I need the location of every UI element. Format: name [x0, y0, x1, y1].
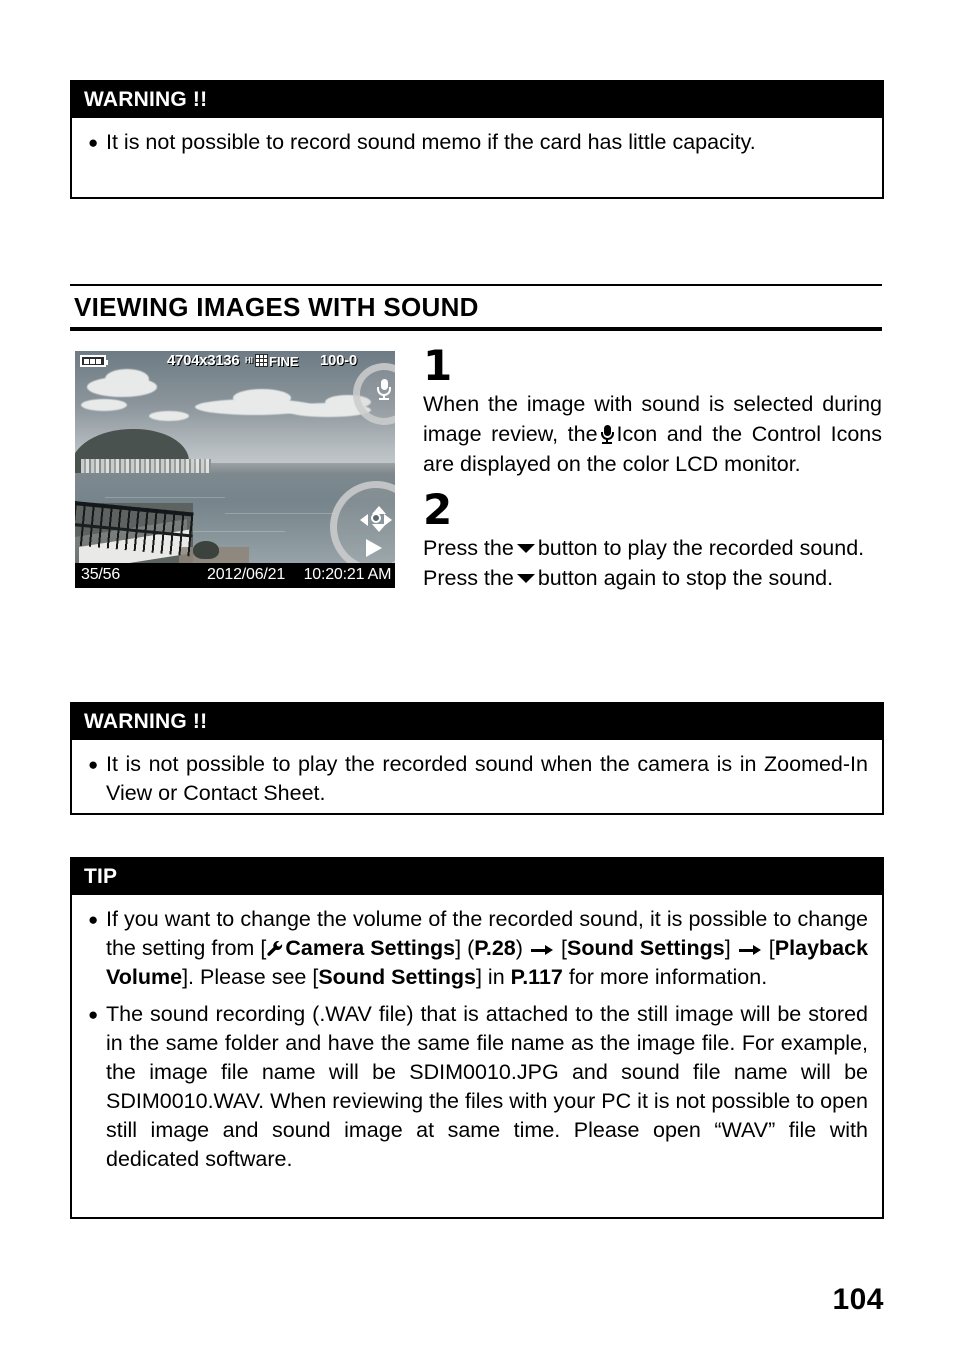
photo-cloud: [233, 389, 291, 407]
manual-page: WARNING !! ● It is not possible to recor…: [0, 0, 954, 1348]
heading-rule-bottom: [70, 327, 882, 331]
bullet-dot: ●: [88, 910, 99, 929]
arrow-left-icon: [360, 514, 368, 526]
step-2-line1-before: Press the: [423, 536, 514, 560]
lcd-quality-label: FINE: [269, 354, 299, 369]
tip-b1-seg2: ] (: [455, 936, 475, 960]
step-1: 1 When the image with sound is selected …: [423, 345, 882, 479]
arrow-right-icon: [530, 944, 553, 956]
lcd-hi-mark: HI: [245, 356, 253, 365]
bullet-dot: ●: [88, 133, 99, 152]
list-item: ● It is not possible to record sound mem…: [86, 128, 868, 157]
page-title: VIEWING IMAGES WITH SOUND: [74, 292, 479, 322]
photo-cloud: [105, 369, 149, 389]
step-2-line-2: Press the button again to stop the sound.: [423, 563, 882, 593]
steps-column: 1 When the image with sound is selected …: [423, 345, 882, 593]
tip-b1-menu1: Camera Settings: [285, 936, 456, 960]
tip-header: TIP: [72, 859, 882, 895]
four-way-control-pad-icon: [360, 506, 392, 532]
step-2-line1-after: button to play the recorded sound.: [537, 536, 865, 560]
warning-bottom-bullet-1: It is not possible to play the recorded …: [106, 752, 868, 805]
tip-body: ● If you want to change the volume of th…: [72, 895, 882, 1186]
photo-sea-streak: [225, 513, 335, 514]
tip-box: TIP ● If you want to change the volume o…: [70, 857, 884, 1219]
tip-b1-seg7: ]. Please see [: [182, 965, 319, 989]
step-2-line2-before: Press the: [423, 566, 514, 590]
step-1-text: When the image with sound is selected du…: [423, 389, 882, 479]
step-1-number: 1: [423, 341, 452, 390]
step-2: 2 Press the button to play the recorded s…: [423, 489, 882, 593]
center-ok-icon: [371, 513, 381, 523]
microphone-icon: [600, 425, 614, 445]
lcd-frame-counter: 35/56: [81, 566, 121, 583]
lcd-datetime: 2012/06/21 10:20:21 AM: [207, 566, 391, 584]
tip-bullet-1: If you want to change the volume of the …: [106, 905, 868, 992]
wrench-icon: [266, 940, 284, 958]
tip-b1-page-ref-117: P.117: [510, 965, 563, 989]
arrow-down-icon: [516, 544, 535, 553]
step-2-number: 2: [423, 485, 452, 534]
warning-bottom-body: ● It is not possible to play the recorde…: [72, 740, 882, 820]
list-item: ● It is not possible to play the recorde…: [86, 750, 868, 808]
camera-lcd-preview: 4704x3136 HI FINE 100-0 35/56 2012/06/21…: [75, 351, 395, 588]
warning-top-header: WARNING !!: [72, 82, 882, 118]
lcd-info-bar-bottom: 35/56 2012/06/21 10:20:21 AM: [75, 563, 395, 588]
warning-box-top: WARNING !! ● It is not possible to recor…: [70, 80, 884, 199]
photo-cloud: [149, 411, 189, 421]
list-item: ● The sound recording (.WAV file) that i…: [86, 1000, 868, 1174]
warning-top-bullet-1: It is not possible to record sound memo …: [106, 130, 756, 154]
lcd-file-number: 100-0: [320, 352, 357, 369]
tip-b1-seg8: ] in: [475, 965, 511, 989]
tip-b1-seg3: ): [515, 936, 529, 960]
battery-icon: [80, 355, 108, 367]
warning-bottom-header: WARNING !!: [72, 704, 882, 740]
lcd-resolution-label: 4704x3136: [167, 352, 240, 369]
resolution-grid-icon: [255, 354, 268, 367]
tip-b1-menu2: Sound Settings: [567, 936, 725, 960]
page-number: 104: [832, 1283, 884, 1316]
photo-cloud: [81, 399, 127, 411]
arrow-right-icon: [738, 944, 761, 956]
step-2-line-1: Press the button to play the recorded sou…: [423, 533, 882, 563]
tip-b1-page-ref-28: P.28: [474, 936, 516, 960]
bullet-dot: ●: [88, 1005, 99, 1024]
bullet-dot: ●: [88, 755, 99, 774]
play-triangle-icon: [366, 539, 382, 557]
tip-b1-menu4: Sound Settings: [318, 965, 476, 989]
microphone-icon: [377, 379, 391, 401]
arrow-right-icon: [384, 514, 392, 526]
lcd-date: 2012/06/21: [207, 566, 286, 583]
tip-bullet-2: The sound recording (.WAV file) that is …: [106, 1002, 868, 1171]
lcd-time: 10:20:21 AM: [303, 566, 392, 583]
tip-b1-seg6: [: [762, 936, 775, 960]
arrow-down-icon: [516, 574, 535, 583]
tip-b1-seg4: [: [554, 936, 567, 960]
warning-box-bottom: WARNING !! ● It is not possible to play …: [70, 702, 884, 815]
lcd-info-bar-top: 4704x3136 HI FINE 100-0: [75, 351, 395, 371]
tip-b1-seg5: ]: [724, 936, 737, 960]
list-item: ● If you want to change the volume of th…: [86, 905, 868, 992]
photo-sea-streak: [105, 497, 225, 498]
tip-b1-seg9: for more information.: [562, 965, 768, 989]
warning-top-body: ● It is not possible to record sound mem…: [72, 118, 882, 169]
step-2-line2-after: button again to stop the sound.: [537, 566, 834, 590]
section-heading-block: VIEWING IMAGES WITH SOUND: [70, 284, 882, 331]
photo-tree: [193, 541, 219, 559]
